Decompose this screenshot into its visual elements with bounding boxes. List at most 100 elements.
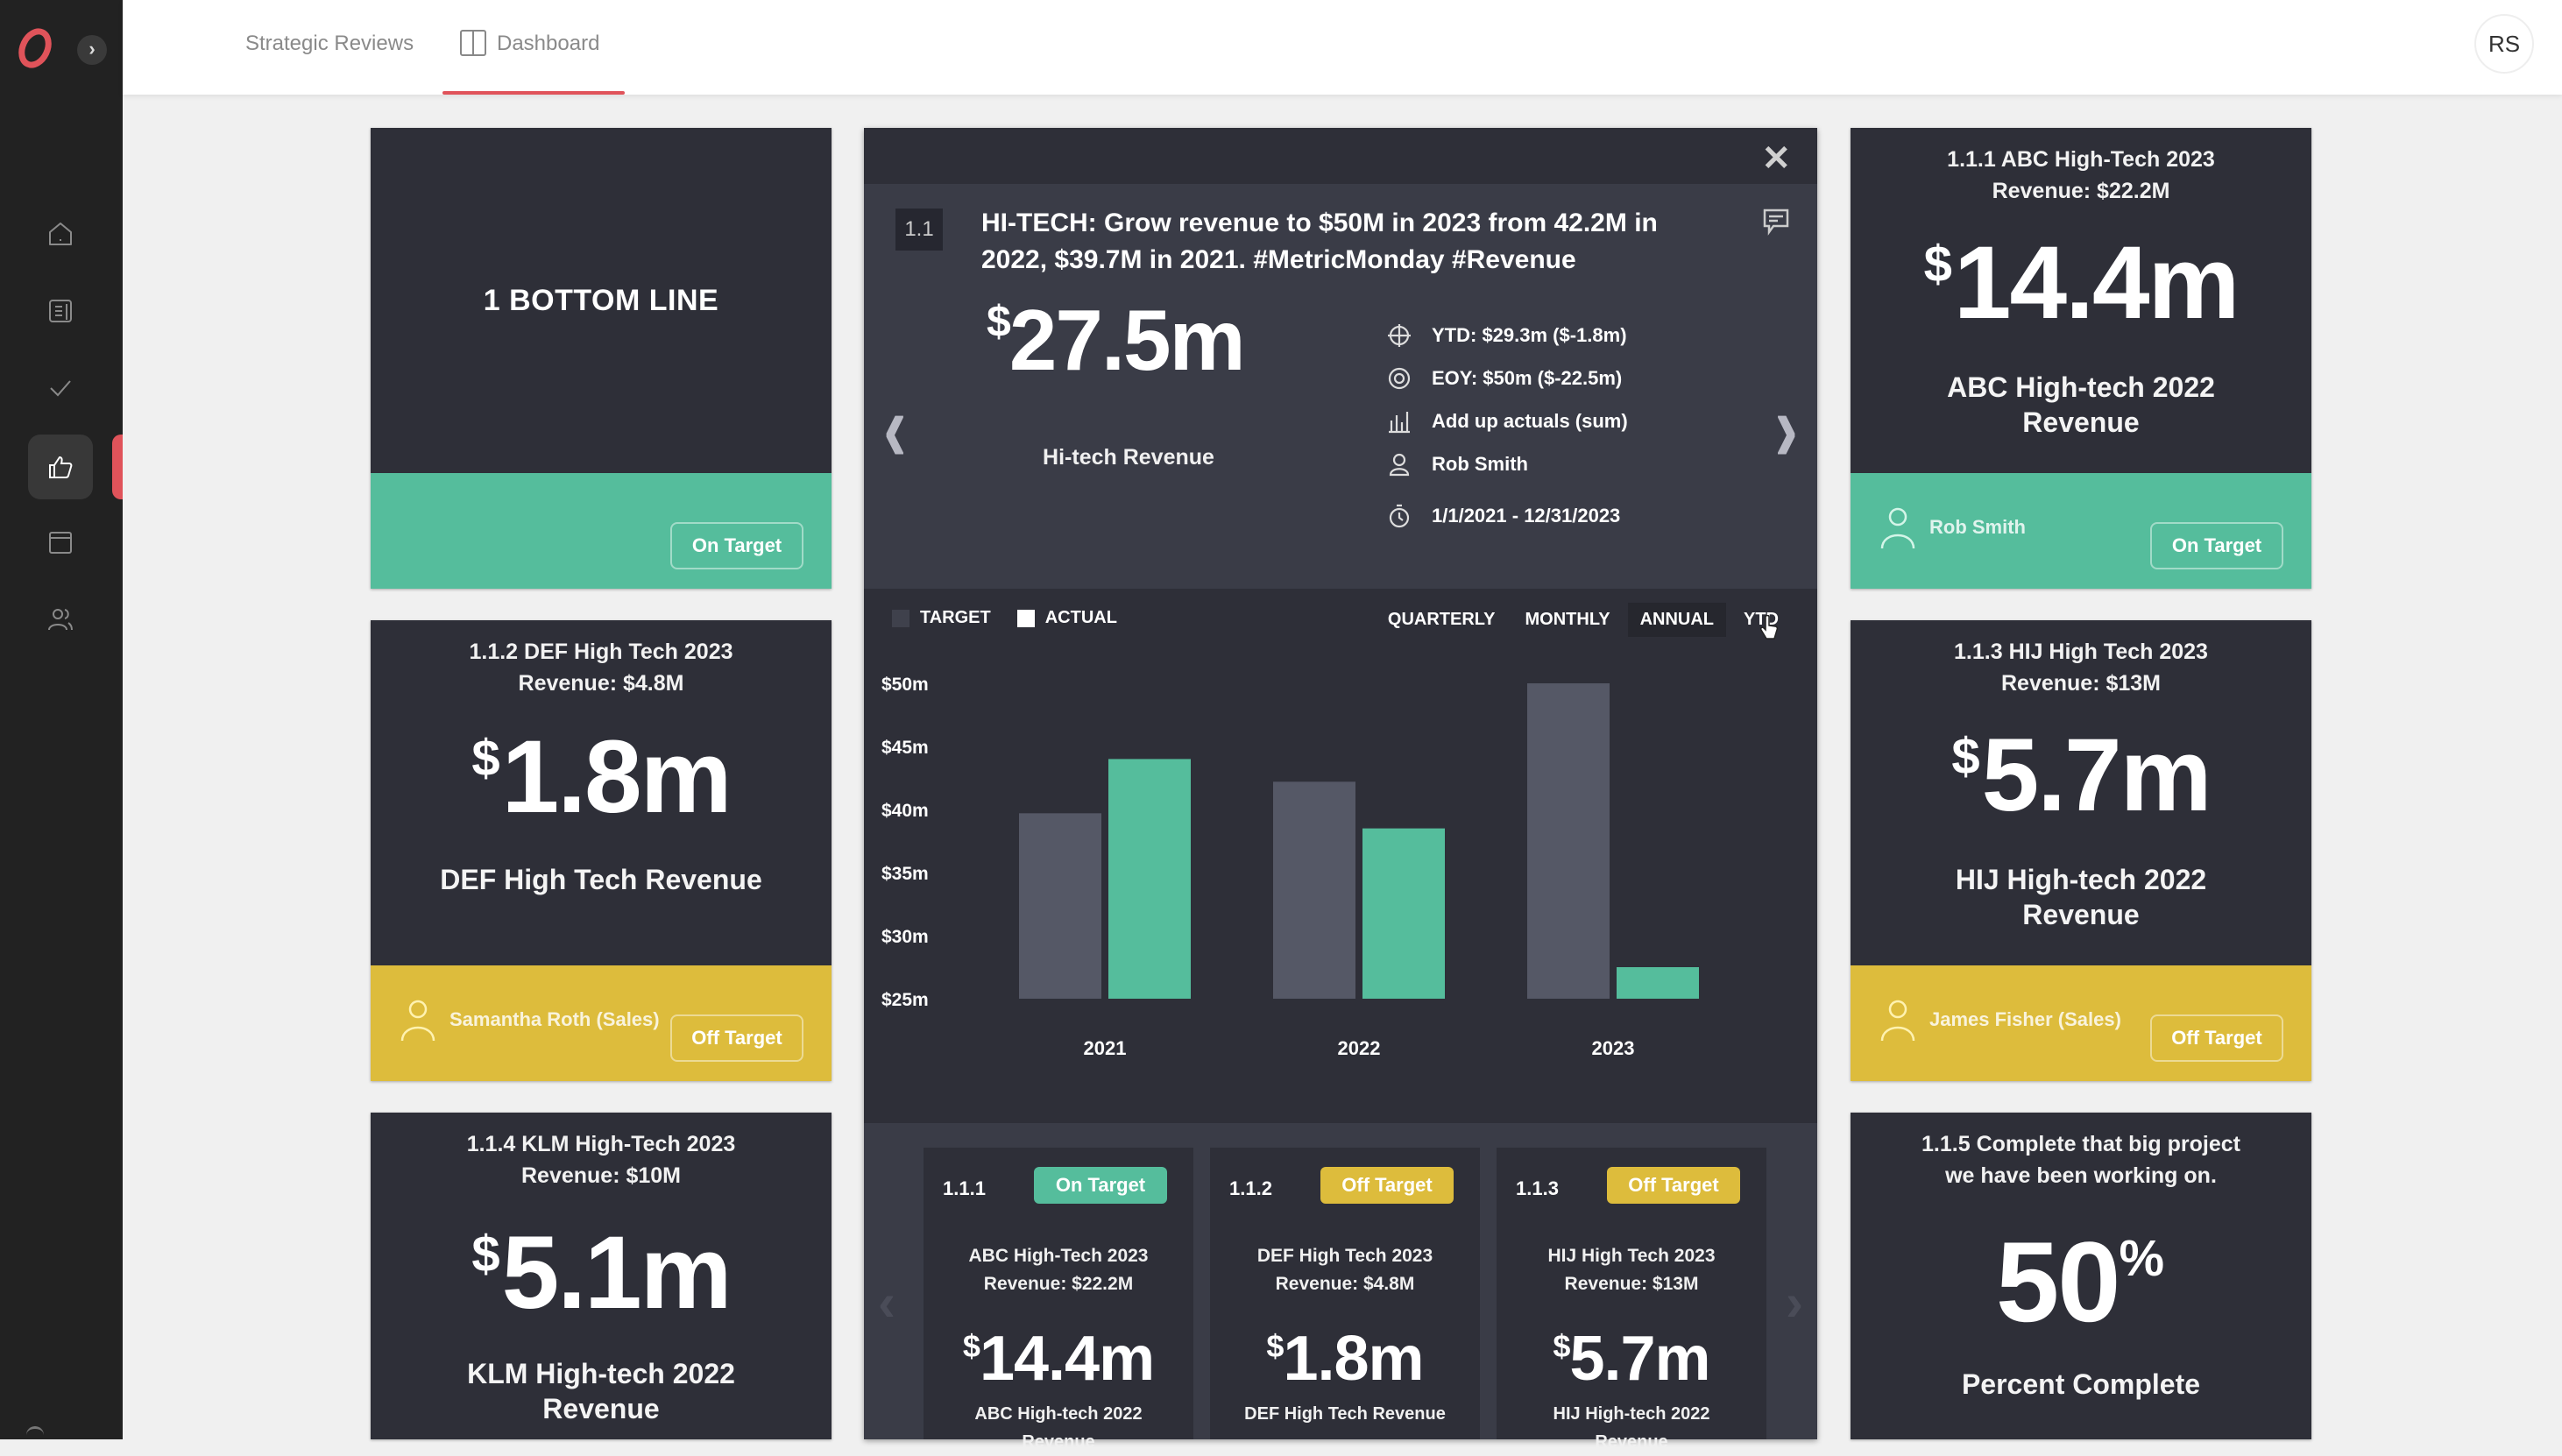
card-value: $1.8m bbox=[371, 725, 832, 829]
x-tick-label: 2021 bbox=[1084, 1037, 1127, 1059]
expand-sidebar-button[interactable]: › bbox=[77, 35, 107, 65]
value-text: 14.4m bbox=[1953, 225, 2240, 341]
close-button[interactable]: ✕ bbox=[1761, 138, 1791, 179]
sidebar-item-calendar[interactable] bbox=[28, 510, 93, 575]
bar-actual-2021[interactable] bbox=[1108, 759, 1191, 999]
legend-label: ACTUAL bbox=[1044, 608, 1117, 627]
bar-target-2022[interactable] bbox=[1273, 781, 1355, 999]
status-badge: Off Target bbox=[1607, 1167, 1740, 1204]
period-tabs: QUARTERLY MONTHLY ANNUAL YTD bbox=[1376, 603, 1791, 637]
title-line2: Revenue: $22.2M bbox=[983, 1274, 1134, 1294]
carousel-card-label: HIJ High-tech 2022 Revenue bbox=[1497, 1400, 1766, 1456]
tab-dashboard[interactable]: Dashboard bbox=[442, 0, 625, 95]
chart-area: TARGET ACTUAL QUARTERLY MONTHLY ANNUAL Y… bbox=[864, 589, 1817, 1123]
breadcrumb-strategic-reviews[interactable]: Strategic Reviews bbox=[245, 32, 414, 56]
status-button[interactable]: Off Target bbox=[670, 1014, 803, 1062]
metric-detail-panel: ✕ 1.1 HI-TECH: Grow revenue to $50M in 2… bbox=[864, 128, 1817, 1452]
tab-quarterly[interactable]: QUARTERLY bbox=[1376, 603, 1508, 637]
sidebar-item-feedback[interactable] bbox=[28, 435, 93, 499]
card-klm-high-tech[interactable]: 1.1.4 KLM High-Tech 2023 Revenue: $10M $… bbox=[371, 1113, 832, 1439]
document-icon bbox=[49, 300, 72, 322]
y-tick-label: $40m bbox=[881, 801, 929, 821]
tab-monthly[interactable]: MONTHLY bbox=[1513, 603, 1623, 637]
card-title-line2: Revenue: $22.2M bbox=[1992, 179, 2170, 203]
card-label: DEF High Tech Revenue bbox=[440, 864, 762, 895]
owner: Rob Smith bbox=[1879, 505, 2026, 550]
meta-text: Rob Smith bbox=[1432, 452, 1528, 475]
title-line1: DEF High Tech 2023 bbox=[1256, 1246, 1433, 1266]
title-line1: HIJ High Tech 2023 bbox=[1547, 1246, 1716, 1266]
carousel-card[interactable]: 1.1.3 Off Target HIJ High Tech 2023 Reve… bbox=[1497, 1148, 1766, 1452]
carousel-card-value: $14.4m bbox=[924, 1323, 1193, 1395]
percent-symbol: % bbox=[2119, 1230, 2165, 1287]
collapse-icon[interactable] bbox=[26, 1426, 44, 1437]
sidebar-item-people[interactable] bbox=[28, 587, 93, 652]
tab-annual[interactable]: ANNUAL bbox=[1627, 603, 1726, 637]
carousel-card-title: ABC High-Tech 2023 Revenue: $22.2M bbox=[924, 1242, 1193, 1298]
alarm-clock-icon bbox=[1389, 504, 1410, 527]
card-def-high-tech[interactable]: 1.1.2 DEF High Tech 2023 Revenue: $4.8M … bbox=[371, 620, 832, 1081]
y-tick-label: $45m bbox=[881, 738, 929, 758]
title-line2: Revenue: $13M bbox=[1564, 1274, 1699, 1294]
sidebar-item-tasks[interactable] bbox=[28, 356, 93, 421]
user-icon bbox=[400, 1000, 435, 1042]
carousel-next-button[interactable]: › bbox=[1786, 1272, 1803, 1332]
status-button[interactable]: Off Target bbox=[2150, 1014, 2283, 1062]
legend-target[interactable]: TARGET bbox=[892, 608, 991, 628]
card-big-project[interactable]: 1.1.5 Complete that big project we have … bbox=[1851, 1113, 2311, 1439]
sidebar-item-reports[interactable] bbox=[28, 279, 93, 343]
user-avatar[interactable]: RS bbox=[2474, 14, 2534, 74]
y-tick-label: $50m bbox=[881, 675, 929, 695]
card-abc-high-tech[interactable]: 1.1.1 ABC High-Tech 2023 Revenue: $22.2M… bbox=[1851, 128, 2311, 589]
status-button[interactable]: On Target bbox=[670, 522, 803, 569]
card-label-line1: ABC High-tech 2022 bbox=[1947, 371, 2215, 403]
value-text: 1.8m bbox=[501, 719, 733, 835]
y-tick-label: $30m bbox=[881, 927, 929, 947]
window-icon bbox=[49, 532, 72, 554]
carousel-card-id: 1.1.1 bbox=[943, 1177, 986, 1199]
card-title-line2: we have been working on. bbox=[1945, 1163, 2217, 1188]
objective-title: HI-TECH: Grow revenue to $50M in 2023 fr… bbox=[981, 209, 1658, 274]
revenue-bar-chart: $25m $30m $35m $40m $45m $50m 2021 2022 2023 bbox=[881, 675, 1699, 1059]
bar-actual-2023[interactable] bbox=[1617, 967, 1699, 999]
crosshair-icon bbox=[1388, 323, 1411, 347]
card-hij-high-tech[interactable]: 1.1.3 HIJ High Tech 2023 Revenue: $13M $… bbox=[1851, 620, 2311, 1081]
value-text: 5.7m bbox=[1981, 717, 2212, 833]
x-tick-label: 2022 bbox=[1338, 1037, 1381, 1059]
carousel-prev-button[interactable]: ‹ bbox=[878, 1272, 895, 1332]
owner-name: James Fisher (Sales) bbox=[1929, 1008, 2121, 1030]
card-title: 1.1.4 KLM High-Tech 2023 Revenue: $10M bbox=[371, 1128, 832, 1191]
card-value: 50% bbox=[1851, 1225, 2311, 1339]
currency-symbol: $ bbox=[962, 1328, 980, 1364]
comment-icon[interactable] bbox=[1761, 207, 1791, 237]
currency-symbol: $ bbox=[1951, 728, 1979, 785]
thumbs-up-icon bbox=[49, 456, 73, 478]
metric-id-badge: 1.1 bbox=[895, 209, 943, 251]
carousel-card-id: 1.1.3 bbox=[1516, 1177, 1559, 1199]
carousel-card-label: ABC High-tech 2022 Revenue bbox=[924, 1400, 1193, 1456]
bar-target-2023[interactable] bbox=[1527, 683, 1610, 999]
bar-actual-2022[interactable] bbox=[1362, 828, 1445, 999]
card-value: $14.4m bbox=[1851, 231, 2311, 335]
user-icon bbox=[1880, 1000, 1915, 1042]
carousel-card-value: $5.7m bbox=[1497, 1323, 1766, 1395]
app-logo[interactable] bbox=[12, 25, 58, 70]
currency-symbol: $ bbox=[471, 1226, 499, 1283]
card-label: ABC High-tech 2022 Revenue bbox=[1851, 370, 2311, 440]
status-button[interactable]: On Target bbox=[2150, 522, 2283, 569]
next-metric-button[interactable]: › bbox=[1774, 371, 1798, 484]
meta-text: EOY: $50m ($-22.5m) bbox=[1432, 366, 1623, 389]
carousel-card-id: 1.1.2 bbox=[1229, 1177, 1272, 1199]
card-title: 1.1.1 ABC High-Tech 2023 Revenue: $22.2M bbox=[1851, 144, 2311, 207]
card-bottom-line[interactable]: 1 BOTTOM LINE On Target bbox=[371, 128, 832, 589]
card-title-line1: 1.1.3 HIJ High Tech 2023 bbox=[1954, 640, 2208, 664]
bar-target-2021[interactable] bbox=[1019, 813, 1101, 999]
sidebar-item-home[interactable] bbox=[28, 201, 93, 266]
carousel-card[interactable]: 1.1.1 On Target ABC High-Tech 2023 Reven… bbox=[924, 1148, 1193, 1452]
card-title-line2: Revenue: $13M bbox=[2000, 671, 2162, 696]
carousel-card[interactable]: 1.1.2 Off Target DEF High Tech 2023 Reve… bbox=[1210, 1148, 1480, 1439]
user-icon bbox=[1880, 507, 1915, 549]
legend-actual[interactable]: ACTUAL bbox=[1016, 608, 1117, 628]
y-tick-label: $35m bbox=[881, 864, 929, 884]
previous-metric-button[interactable]: ‹ bbox=[883, 371, 907, 484]
